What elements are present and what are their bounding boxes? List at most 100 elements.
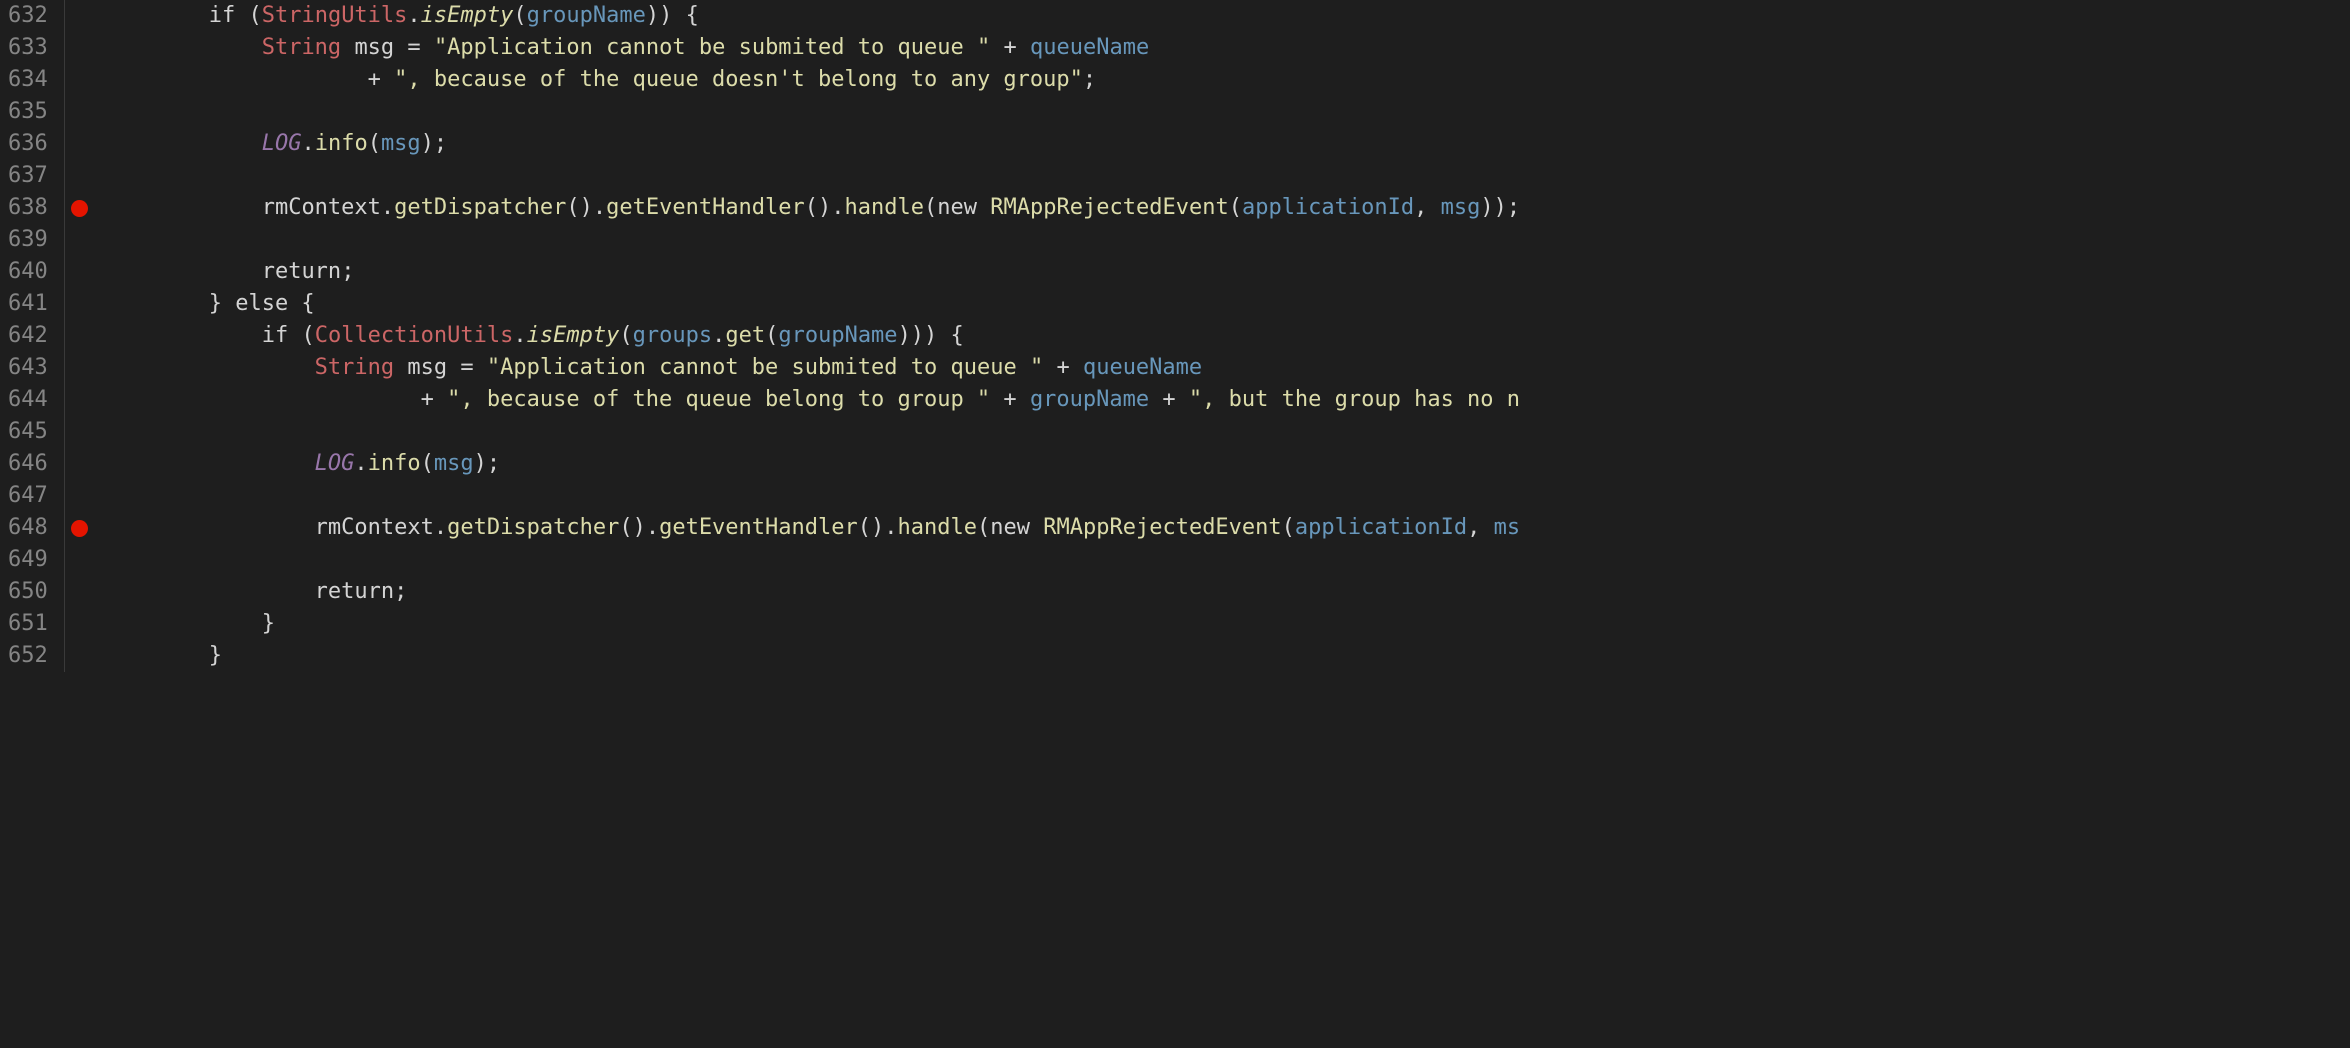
- breakpoint-cell[interactable]: [65, 192, 95, 224]
- code-token: }: [103, 608, 275, 640]
- code-token: getEventHandler: [606, 192, 805, 224]
- code-token: ))) {: [898, 320, 964, 352]
- breakpoint-cell[interactable]: [65, 64, 95, 96]
- breakpoint-gutter[interactable]: [65, 0, 95, 672]
- code-token: (: [977, 512, 990, 544]
- code-token: info: [315, 128, 368, 160]
- code-token: [103, 256, 262, 288]
- breakpoint-cell[interactable]: [65, 224, 95, 256]
- line-number: 646: [8, 448, 52, 480]
- code-token: groupName: [527, 0, 646, 32]
- code-token: groupName: [1030, 384, 1149, 416]
- code-line[interactable]: rmContext.getDispatcher().getEventHandle…: [103, 192, 2350, 224]
- code-token: msg: [354, 32, 394, 64]
- breakpoint-cell[interactable]: [65, 480, 95, 512]
- code-token: .: [434, 512, 447, 544]
- code-token: String: [262, 32, 341, 64]
- code-token: (: [1282, 512, 1295, 544]
- code-token: (: [421, 448, 434, 480]
- code-token: ", because of the queue doesn't belong t…: [394, 64, 1083, 96]
- breakpoint-icon[interactable]: [71, 520, 88, 537]
- code-token: ().: [805, 192, 845, 224]
- breakpoint-cell[interactable]: [65, 416, 95, 448]
- line-number: 647: [8, 480, 52, 512]
- code-token: ", because of the queue belong to group …: [447, 384, 990, 416]
- code-token: get: [725, 320, 765, 352]
- code-token: groupName: [778, 320, 897, 352]
- code-line[interactable]: [103, 480, 2350, 512]
- code-line[interactable]: if (StringUtils.isEmpty(groupName)) {: [103, 0, 2350, 32]
- code-line[interactable]: [103, 160, 2350, 192]
- code-token: =: [394, 32, 434, 64]
- code-token: "Application cannot be submited to queue…: [434, 32, 990, 64]
- code-token: CollectionUtils: [315, 320, 514, 352]
- code-token: [103, 192, 262, 224]
- code-token: StringUtils: [262, 0, 408, 32]
- code-line[interactable]: LOG.info(msg);: [103, 448, 2350, 480]
- code-token: +: [990, 384, 1030, 416]
- code-token: (: [235, 0, 262, 32]
- breakpoint-cell[interactable]: [65, 0, 95, 32]
- breakpoint-cell[interactable]: [65, 512, 95, 544]
- code-line[interactable]: String msg = "Application cannot be subm…: [103, 352, 2350, 384]
- code-token: msg: [381, 128, 421, 160]
- code-line[interactable]: + ", because of the queue doesn't belong…: [103, 64, 2350, 96]
- code-token: queueName: [1030, 32, 1149, 64]
- code-line[interactable]: [103, 416, 2350, 448]
- code-line[interactable]: + ", because of the queue belong to grou…: [103, 384, 2350, 416]
- code-token: msg: [407, 352, 447, 384]
- code-token: getEventHandler: [659, 512, 858, 544]
- breakpoint-cell[interactable]: [65, 640, 95, 672]
- breakpoint-cell[interactable]: [65, 576, 95, 608]
- breakpoint-cell[interactable]: [65, 288, 95, 320]
- code-line[interactable]: [103, 96, 2350, 128]
- code-area[interactable]: if (StringUtils.isEmpty(groupName)) { St…: [95, 0, 2350, 672]
- code-token: .: [513, 320, 526, 352]
- breakpoint-cell[interactable]: [65, 96, 95, 128]
- code-line[interactable]: String msg = "Application cannot be subm…: [103, 32, 2350, 64]
- code-token: LOG: [262, 128, 302, 160]
- code-line[interactable]: LOG.info(msg);: [103, 128, 2350, 160]
- code-line[interactable]: return;: [103, 256, 2350, 288]
- code-line[interactable]: [103, 544, 2350, 576]
- code-line[interactable]: rmContext.getDispatcher().getEventHandle…: [103, 512, 2350, 544]
- code-token: if: [262, 320, 289, 352]
- line-number: 645: [8, 416, 52, 448]
- code-token: [977, 192, 990, 224]
- code-token: getDispatcher: [394, 192, 566, 224]
- code-token: [103, 512, 315, 544]
- breakpoint-icon[interactable]: [71, 200, 88, 217]
- breakpoint-cell[interactable]: [65, 32, 95, 64]
- code-line[interactable]: return;: [103, 576, 2350, 608]
- code-line[interactable]: } else {: [103, 288, 2350, 320]
- code-line[interactable]: }: [103, 608, 2350, 640]
- line-number: 636: [8, 128, 52, 160]
- code-line[interactable]: [103, 224, 2350, 256]
- code-token: groups: [633, 320, 712, 352]
- breakpoint-cell[interactable]: [65, 384, 95, 416]
- code-token: .: [712, 320, 725, 352]
- breakpoint-cell[interactable]: [65, 608, 95, 640]
- code-token: [1030, 512, 1043, 544]
- breakpoint-cell[interactable]: [65, 128, 95, 160]
- code-editor[interactable]: 6326336346356366376386396406416426436446…: [0, 0, 2350, 672]
- code-token: getDispatcher: [447, 512, 619, 544]
- breakpoint-cell[interactable]: [65, 320, 95, 352]
- breakpoint-cell[interactable]: [65, 352, 95, 384]
- code-line[interactable]: }: [103, 640, 2350, 672]
- code-token: ", but the group has no n: [1189, 384, 1520, 416]
- line-number: 638: [8, 192, 52, 224]
- code-line[interactable]: if (CollectionUtils.isEmpty(groups.get(g…: [103, 320, 2350, 352]
- code-token: (: [368, 128, 381, 160]
- breakpoint-cell[interactable]: [65, 544, 95, 576]
- breakpoint-cell[interactable]: [65, 256, 95, 288]
- code-token: else: [235, 288, 288, 320]
- code-token: }: [103, 288, 235, 320]
- code-token: String: [315, 352, 394, 384]
- breakpoint-cell[interactable]: [65, 160, 95, 192]
- code-token: +: [103, 64, 394, 96]
- line-number: 634: [8, 64, 52, 96]
- code-token: handle: [845, 192, 924, 224]
- breakpoint-cell[interactable]: [65, 448, 95, 480]
- line-number: 652: [8, 640, 52, 672]
